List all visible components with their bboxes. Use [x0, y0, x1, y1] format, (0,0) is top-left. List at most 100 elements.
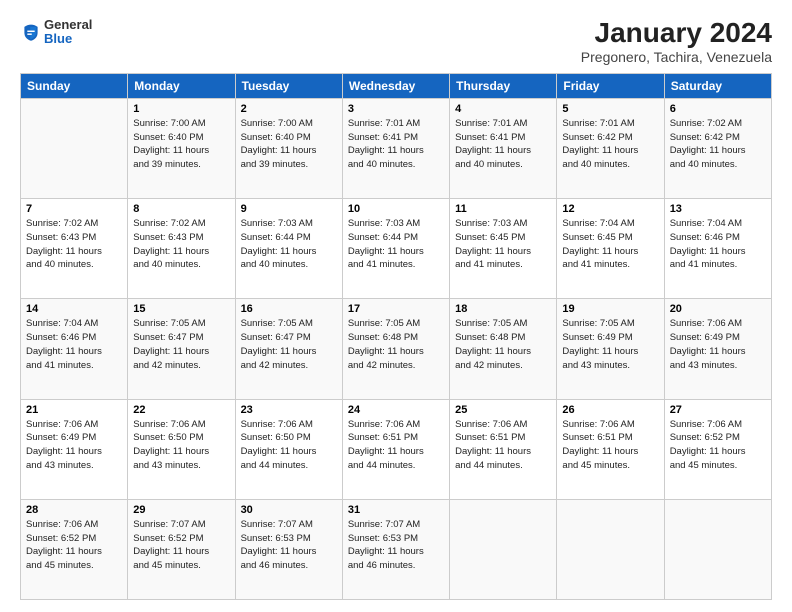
day-number: 30	[241, 504, 337, 516]
day-cell: 9 Sunrise: 7:03 AMSunset: 6:44 PMDaylight…	[235, 199, 342, 299]
day-number: 5	[562, 103, 658, 115]
day-number: 2	[241, 103, 337, 115]
day-number: 11	[455, 203, 551, 215]
col-header-thursday: Thursday	[450, 73, 557, 98]
header: General Blue January 2024 Pregonero, Tac…	[20, 18, 772, 65]
day-cell: 5 Sunrise: 7:01 AMSunset: 6:42 PMDaylight…	[557, 98, 664, 198]
calendar-table: SundayMondayTuesdayWednesdayThursdayFrid…	[20, 73, 772, 600]
logo: General Blue	[20, 18, 92, 47]
day-cell	[21, 98, 128, 198]
day-detail: Sunrise: 7:04 AMSunset: 6:46 PMDaylight:…	[26, 317, 122, 372]
day-detail: Sunrise: 7:05 AMSunset: 6:47 PMDaylight:…	[133, 317, 229, 372]
week-row-4: 21 Sunrise: 7:06 AMSunset: 6:49 PMDayligh…	[21, 399, 772, 499]
day-detail: Sunrise: 7:05 AMSunset: 6:47 PMDaylight:…	[241, 317, 337, 372]
day-detail: Sunrise: 7:07 AMSunset: 6:53 PMDaylight:…	[241, 518, 337, 573]
day-cell: 11 Sunrise: 7:03 AMSunset: 6:45 PMDayligh…	[450, 199, 557, 299]
day-cell: 18 Sunrise: 7:05 AMSunset: 6:48 PMDayligh…	[450, 299, 557, 399]
day-number: 28	[26, 504, 122, 516]
page: General Blue January 2024 Pregonero, Tac…	[0, 0, 792, 612]
day-number: 15	[133, 303, 229, 315]
day-cell: 7Sunrise: 7:02 AMSunset: 6:43 PMDaylight…	[21, 199, 128, 299]
day-number: 17	[348, 303, 444, 315]
day-cell: 16Sunrise: 7:05 AMSunset: 6:47 PMDayligh…	[235, 299, 342, 399]
day-detail: Sunrise: 7:00 AMSunset: 6:40 PMDaylight:…	[133, 117, 229, 172]
week-row-1: 1 Sunrise: 7:00 AMSunset: 6:40 PMDaylight…	[21, 98, 772, 198]
day-detail: Sunrise: 7:03 AMSunset: 6:45 PMDaylight:…	[455, 217, 551, 272]
day-cell: 28Sunrise: 7:06 AMSunset: 6:52 PMDayligh…	[21, 499, 128, 599]
day-cell: 30 Sunrise: 7:07 AMSunset: 6:53 PMDayligh…	[235, 499, 342, 599]
day-cell: 4 Sunrise: 7:01 AMSunset: 6:41 PMDaylight…	[450, 98, 557, 198]
day-cell: 8 Sunrise: 7:02 AMSunset: 6:43 PMDaylight…	[128, 199, 235, 299]
day-detail: Sunrise: 7:02 AMSunset: 6:42 PMDaylight:…	[670, 117, 766, 172]
day-number: 12	[562, 203, 658, 215]
day-cell: 2 Sunrise: 7:00 AMSunset: 6:40 PMDaylight…	[235, 98, 342, 198]
day-detail: Sunrise: 7:06 AMSunset: 6:49 PMDaylight:…	[670, 317, 766, 372]
day-cell	[664, 499, 771, 599]
day-number: 8	[133, 203, 229, 215]
day-cell: 25Sunrise: 7:06 AMSunset: 6:51 PMDayligh…	[450, 399, 557, 499]
day-number: 19	[562, 303, 658, 315]
day-number: 4	[455, 103, 551, 115]
day-cell	[557, 499, 664, 599]
day-cell: 22Sunrise: 7:06 AMSunset: 6:50 PMDayligh…	[128, 399, 235, 499]
day-number: 14	[26, 303, 122, 315]
col-header-monday: Monday	[128, 73, 235, 98]
day-cell: 29 Sunrise: 7:07 AMSunset: 6:52 PMDayligh…	[128, 499, 235, 599]
day-number: 10	[348, 203, 444, 215]
day-number: 23	[241, 404, 337, 416]
day-detail: Sunrise: 7:01 AMSunset: 6:42 PMDaylight:…	[562, 117, 658, 172]
day-detail: Sunrise: 7:03 AMSunset: 6:44 PMDaylight:…	[241, 217, 337, 272]
day-cell: 12Sunrise: 7:04 AMSunset: 6:45 PMDayligh…	[557, 199, 664, 299]
day-number: 9	[241, 203, 337, 215]
day-cell: 23 Sunrise: 7:06 AMSunset: 6:50 PMDayligh…	[235, 399, 342, 499]
day-cell: 14 Sunrise: 7:04 AMSunset: 6:46 PMDayligh…	[21, 299, 128, 399]
day-cell: 6Sunrise: 7:02 AMSunset: 6:42 PMDaylight…	[664, 98, 771, 198]
day-number: 26	[562, 404, 658, 416]
day-cell: 31Sunrise: 7:07 AMSunset: 6:53 PMDayligh…	[342, 499, 449, 599]
day-number: 20	[670, 303, 766, 315]
week-row-3: 14 Sunrise: 7:04 AMSunset: 6:46 PMDayligh…	[21, 299, 772, 399]
title-block: January 2024 Pregonero, Tachira, Venezue…	[581, 18, 772, 65]
logo-icon	[20, 21, 42, 43]
day-detail: Sunrise: 7:06 AMSunset: 6:50 PMDaylight:…	[241, 418, 337, 473]
calendar-header-row: SundayMondayTuesdayWednesdayThursdayFrid…	[21, 73, 772, 98]
day-detail: Sunrise: 7:01 AMSunset: 6:41 PMDaylight:…	[455, 117, 551, 172]
logo-blue-text: Blue	[44, 31, 72, 46]
col-header-wednesday: Wednesday	[342, 73, 449, 98]
day-detail: Sunrise: 7:05 AMSunset: 6:48 PMDaylight:…	[455, 317, 551, 372]
day-number: 22	[133, 404, 229, 416]
location: Pregonero, Tachira, Venezuela	[581, 49, 772, 65]
col-header-friday: Friday	[557, 73, 664, 98]
day-detail: Sunrise: 7:01 AMSunset: 6:41 PMDaylight:…	[348, 117, 444, 172]
day-cell: 3Sunrise: 7:01 AMSunset: 6:41 PMDaylight…	[342, 98, 449, 198]
day-number: 24	[348, 404, 444, 416]
day-detail: Sunrise: 7:06 AMSunset: 6:49 PMDaylight:…	[26, 418, 122, 473]
day-detail: Sunrise: 7:06 AMSunset: 6:51 PMDaylight:…	[455, 418, 551, 473]
day-detail: Sunrise: 7:05 AMSunset: 6:48 PMDaylight:…	[348, 317, 444, 372]
col-header-tuesday: Tuesday	[235, 73, 342, 98]
day-number: 21	[26, 404, 122, 416]
day-number: 29	[133, 504, 229, 516]
day-detail: Sunrise: 7:06 AMSunset: 6:52 PMDaylight:…	[670, 418, 766, 473]
week-row-2: 7Sunrise: 7:02 AMSunset: 6:43 PMDaylight…	[21, 199, 772, 299]
day-detail: Sunrise: 7:02 AMSunset: 6:43 PMDaylight:…	[26, 217, 122, 272]
day-detail: Sunrise: 7:02 AMSunset: 6:43 PMDaylight:…	[133, 217, 229, 272]
day-cell	[450, 499, 557, 599]
day-cell: 20 Sunrise: 7:06 AMSunset: 6:49 PMDayligh…	[664, 299, 771, 399]
day-detail: Sunrise: 7:07 AMSunset: 6:53 PMDaylight:…	[348, 518, 444, 573]
col-header-sunday: Sunday	[21, 73, 128, 98]
day-detail: Sunrise: 7:05 AMSunset: 6:49 PMDaylight:…	[562, 317, 658, 372]
day-cell: 13Sunrise: 7:04 AMSunset: 6:46 PMDayligh…	[664, 199, 771, 299]
week-row-5: 28Sunrise: 7:06 AMSunset: 6:52 PMDayligh…	[21, 499, 772, 599]
day-number: 1	[133, 103, 229, 115]
day-cell: 21 Sunrise: 7:06 AMSunset: 6:49 PMDayligh…	[21, 399, 128, 499]
day-detail: Sunrise: 7:07 AMSunset: 6:52 PMDaylight:…	[133, 518, 229, 573]
day-number: 27	[670, 404, 766, 416]
logo-text: General Blue	[44, 18, 92, 47]
day-cell: 15 Sunrise: 7:05 AMSunset: 6:47 PMDayligh…	[128, 299, 235, 399]
day-detail: Sunrise: 7:00 AMSunset: 6:40 PMDaylight:…	[241, 117, 337, 172]
day-detail: Sunrise: 7:04 AMSunset: 6:46 PMDaylight:…	[670, 217, 766, 272]
day-cell: 1 Sunrise: 7:00 AMSunset: 6:40 PMDaylight…	[128, 98, 235, 198]
logo-general-text: General	[44, 17, 92, 32]
day-number: 18	[455, 303, 551, 315]
